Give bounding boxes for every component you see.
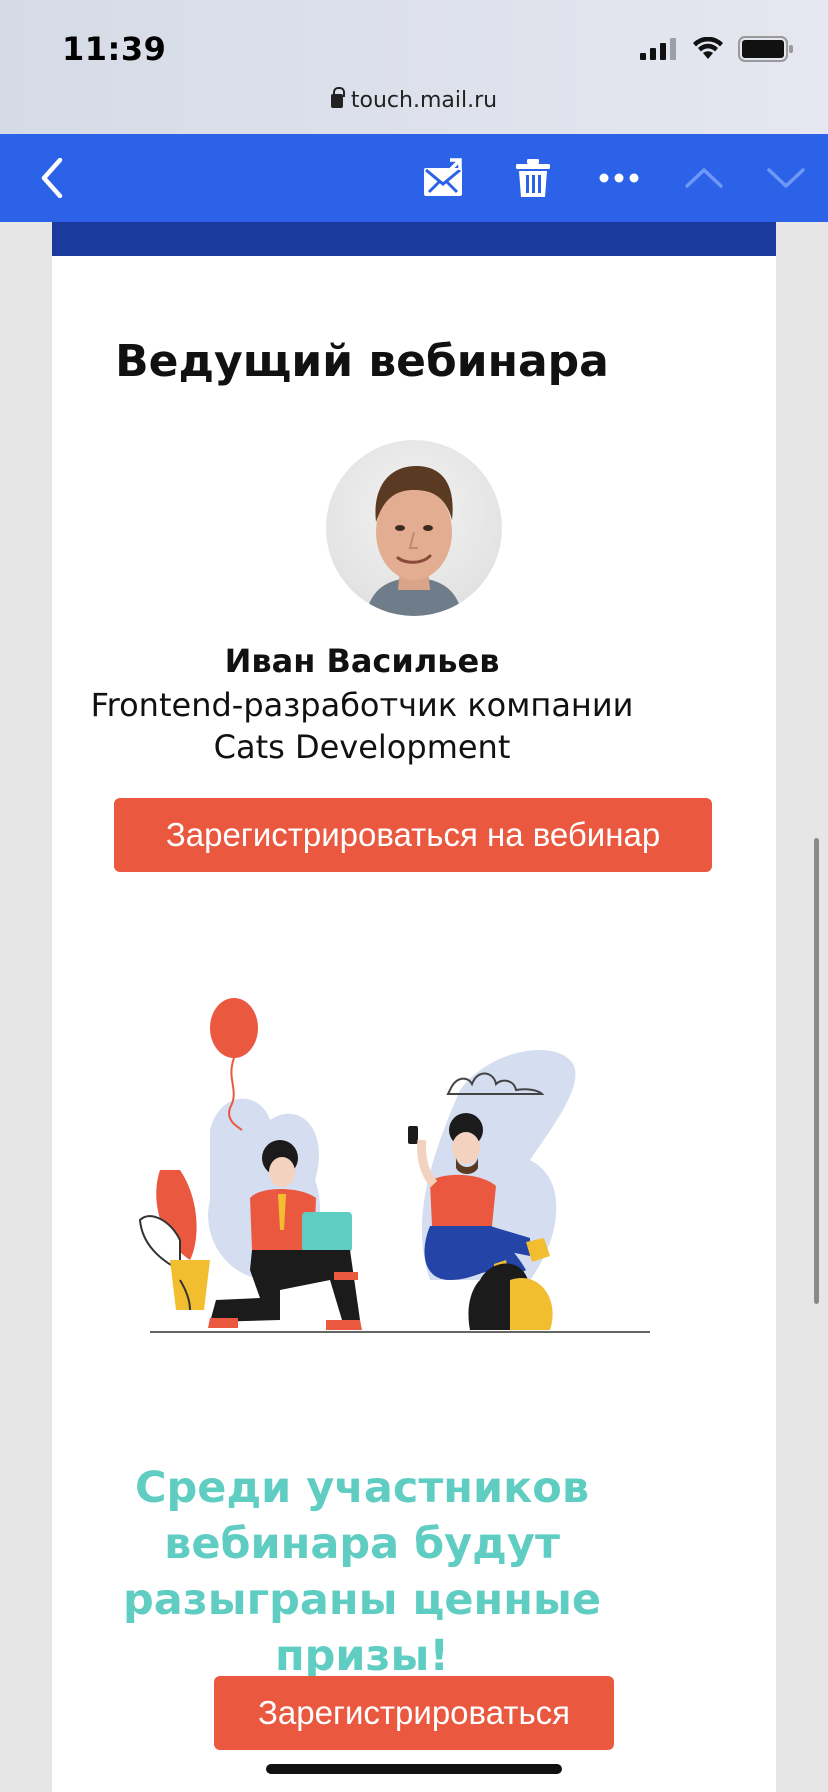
mail-toolbar	[0, 134, 828, 222]
presenter-role: Frontend-разработчик компании Cats Devel…	[90, 686, 634, 766]
prev-message-button[interactable]	[680, 134, 728, 222]
mark-unread-icon	[424, 158, 462, 196]
register-webinar-button[interactable]: Зарегистрироваться на вебинар	[114, 798, 712, 872]
webinar-illustration	[130, 980, 670, 1370]
next-message-icon	[767, 168, 805, 188]
presenter-heading: Ведущий вебинара	[115, 336, 609, 387]
status-icons	[640, 36, 794, 62]
trash-icon	[516, 159, 550, 197]
status-time: 11:39	[62, 30, 167, 68]
presenter-photo	[366, 466, 462, 616]
wifi-icon	[693, 37, 723, 59]
mark-unread-button[interactable]	[412, 134, 478, 222]
more-button[interactable]	[586, 134, 652, 222]
delete-button[interactable]	[502, 134, 564, 222]
back-icon	[41, 158, 63, 198]
header-band	[52, 222, 776, 256]
scrollbar[interactable]	[814, 838, 819, 1304]
people-illustration	[138, 998, 650, 1333]
presenter-avatar	[326, 440, 502, 616]
register-button[interactable]: Зарегистрироваться	[214, 1676, 614, 1750]
signal-icon	[640, 38, 676, 60]
url-text: touch.mail.ru	[350, 88, 498, 113]
home-indicator[interactable]	[266, 1764, 562, 1774]
prev-message-icon	[685, 168, 723, 188]
back-button[interactable]	[22, 134, 82, 222]
next-message-button[interactable]	[762, 134, 810, 222]
status-bar: 11:39 touch.mail.ru	[0, 0, 828, 134]
address-bar[interactable]: touch.mail.ru	[0, 87, 828, 113]
presenter-name: Иван Васильев	[224, 642, 500, 680]
lock-icon	[330, 87, 345, 108]
battery-icon	[738, 36, 793, 62]
prize-announcement: Среди участников вебинара будут разыгран…	[123, 1463, 601, 1681]
more-icon	[599, 173, 639, 183]
